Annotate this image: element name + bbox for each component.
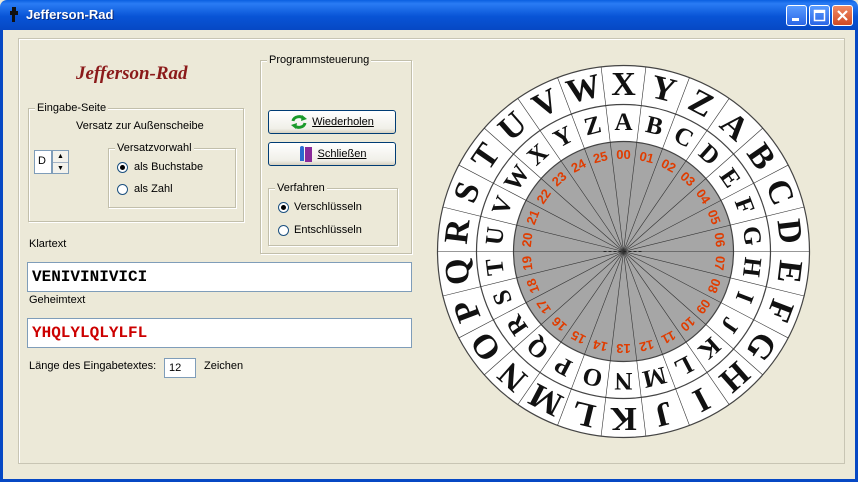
outer-letter: X — [611, 66, 636, 103]
method-encrypt-radio[interactable] — [278, 202, 289, 213]
repeat-button-label: Wiederholen — [312, 116, 374, 128]
offset-mode-legend: Versatzvorwahl — [115, 142, 194, 154]
close-icon — [837, 10, 848, 21]
outer-letter: Q — [438, 256, 478, 287]
minimize-icon — [792, 18, 799, 21]
close-button-label: Schließen — [317, 148, 367, 160]
offset-input[interactable]: D — [34, 150, 52, 174]
outer-letter: D — [769, 217, 809, 246]
input-side-legend: Eingabe-Seite — [35, 102, 109, 114]
title-bar[interactable]: Jefferson-Rad — [0, 0, 858, 30]
offset-label: Versatz zur Außenscheibe — [76, 120, 204, 132]
maximize-button[interactable] — [809, 5, 830, 26]
plaintext-label: Klartext — [29, 238, 67, 250]
method-legend: Verfahren — [275, 182, 327, 194]
mode-letter-label: als Buchstabe — [134, 161, 204, 173]
shift-number: 06 — [711, 232, 728, 248]
outer-letter: E — [770, 258, 809, 285]
ciphertext-label: Geheimtext — [29, 294, 86, 306]
outer-letter: R — [438, 217, 478, 246]
mode-number-radio[interactable] — [117, 184, 128, 195]
offset-spinner[interactable]: ▲ ▼ — [52, 150, 69, 174]
shift-number: 19 — [519, 255, 536, 271]
shift-number: 00 — [616, 147, 630, 162]
length-label: Länge des Eingabetextes: — [29, 360, 157, 372]
plaintext-field[interactable]: VENIVINIVICI — [27, 262, 412, 292]
mode-number-label: als Zahl — [134, 183, 173, 195]
shift-number: 13 — [616, 341, 630, 356]
length-field: 12 — [164, 358, 196, 378]
inner-letter: H — [737, 256, 766, 279]
length-unit: Zeichen — [204, 360, 244, 372]
spin-down-icon[interactable]: ▼ — [53, 163, 68, 174]
spin-up-icon[interactable]: ▲ — [53, 151, 68, 163]
method-decrypt-label: Entschlüsseln — [294, 224, 362, 236]
shift-number: 20 — [519, 232, 536, 248]
shift-number: 07 — [711, 255, 728, 271]
window-title: Jefferson-Rad — [26, 7, 114, 22]
app-heading: Jefferson-Rad — [76, 63, 188, 84]
method-decrypt-radio[interactable] — [278, 225, 289, 236]
jefferson-wheel: ABCDEFGHIJKLMNOPQRSTUVW X Y ZA B CDEFGHIJKLMN… — [436, 64, 811, 439]
inner-letter: U — [481, 225, 510, 246]
app-icon — [10, 7, 18, 22]
mode-letter-radio[interactable] — [117, 162, 128, 173]
offset-mode-group: Versatzvorwahl — [108, 142, 236, 208]
ciphertext-field[interactable]: YHQLYLQLYLFL — [27, 318, 412, 348]
close-window-button[interactable] — [832, 5, 853, 26]
maximize-icon — [813, 9, 826, 22]
exit-door-icon — [299, 146, 312, 162]
outer-letter: K — [610, 400, 637, 437]
minimize-button[interactable] — [786, 5, 807, 26]
inner-letter: G — [737, 225, 766, 248]
method-group: Verfahren — [268, 182, 398, 246]
method-encrypt-label: Verschlüsseln — [294, 201, 362, 213]
refresh-icon — [291, 115, 308, 129]
inner-letter: N — [614, 367, 632, 394]
inner-letter: A — [614, 109, 632, 136]
repeat-button[interactable]: Wiederholen — [268, 110, 396, 134]
close-button[interactable]: Schließen — [268, 142, 396, 166]
program-control-legend: Programmsteuerung — [267, 54, 372, 66]
